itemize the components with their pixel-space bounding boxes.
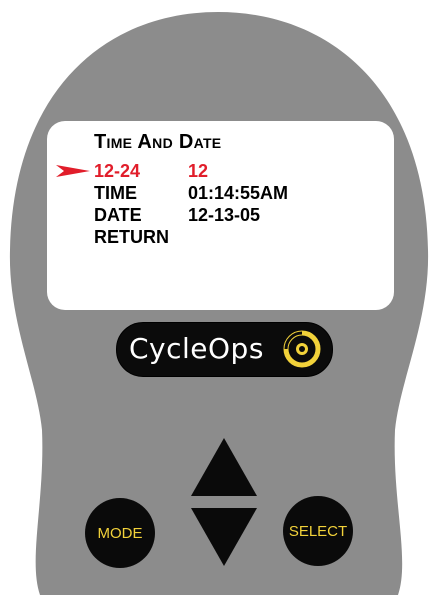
menu-item-label: DATE	[94, 205, 142, 225]
down-arrow-button[interactable]	[191, 508, 257, 568]
menu-item-label: TIME	[94, 183, 137, 203]
menu-item-date[interactable]: DATE 12-13-05	[47, 205, 394, 225]
menu-item-12-24[interactable]: 12-24 12	[47, 161, 394, 181]
pointer-arrow-icon	[56, 165, 90, 177]
lcd-screen: Time And Date 12-24 12 TIME 01:14:55AM D…	[47, 121, 394, 310]
menu-item-label: 12-24	[94, 161, 141, 181]
menu-item-return[interactable]: RETURN	[47, 227, 394, 247]
cycleops-logo: CycleOps	[116, 322, 333, 377]
logo-swirl-icon	[283, 330, 321, 368]
select-button[interactable]: SELECT	[283, 496, 353, 566]
screen-title: Time And Date	[94, 131, 222, 153]
up-arrow-button[interactable]	[191, 438, 257, 498]
logo-text: CycleOps	[129, 332, 264, 365]
mode-button[interactable]: MODE	[85, 498, 155, 568]
menu-item-value: 12	[188, 161, 209, 181]
menu-item-label: RETURN	[94, 227, 169, 247]
menu-item-value: 01:14:55AM	[188, 183, 289, 203]
menu-item-time[interactable]: TIME 01:14:55AM	[47, 183, 394, 203]
menu-item-value: 12-13-05	[188, 205, 261, 225]
